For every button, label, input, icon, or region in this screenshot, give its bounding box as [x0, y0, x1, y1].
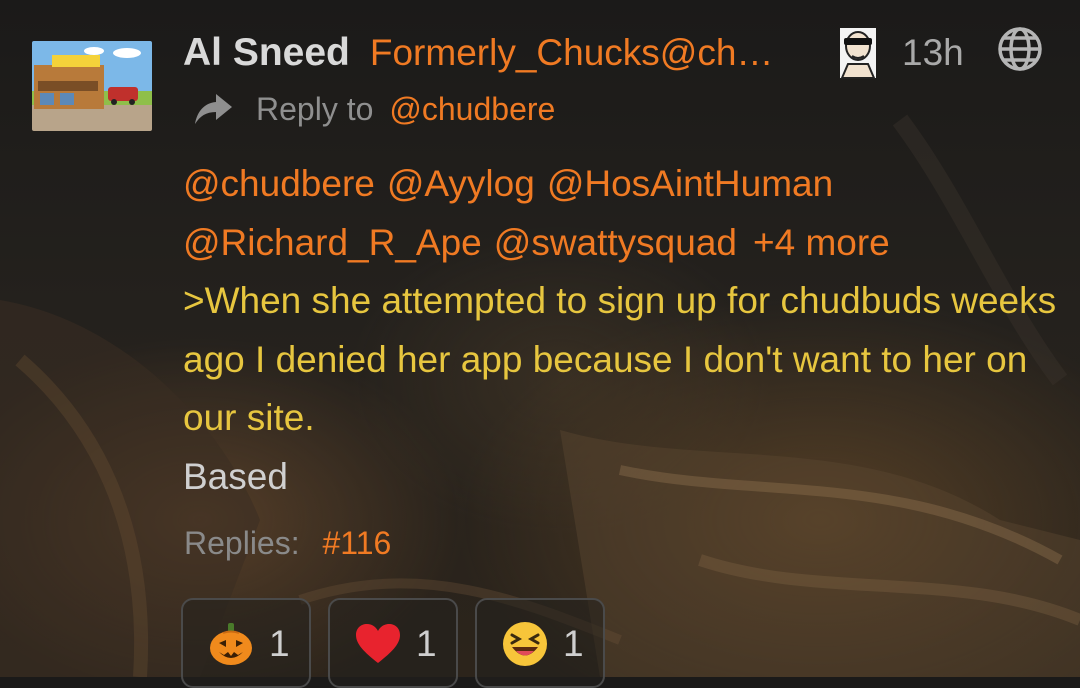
status-post: Al Sneed Formerly_Chucks@ch… 13h Reply t… — [0, 0, 1080, 688]
post-body-text: Based — [183, 455, 288, 497]
mention-link[interactable]: @HosAintHuman — [547, 163, 833, 204]
user-avatar[interactable] — [32, 41, 152, 131]
reply-indicator: Reply to @chudbere — [192, 88, 555, 130]
mention-link[interactable]: @Ayylog — [387, 163, 535, 204]
reaction-heart-button[interactable]: 1 — [328, 598, 458, 688]
mention-link[interactable]: @swattysquad — [494, 222, 737, 263]
reply-label: Reply to — [256, 90, 374, 127]
reaction-count: 1 — [563, 623, 584, 664]
more-mentions-link[interactable]: +4 more — [753, 222, 890, 263]
globe-icon — [996, 25, 1044, 73]
reply-arrow-icon — [192, 88, 234, 130]
replies-label: Replies: — [184, 525, 300, 561]
reaction-count: 1 — [416, 623, 437, 664]
grinning-squinting-face-icon — [501, 620, 549, 673]
reply-target-link[interactable]: @chudbere — [389, 91, 555, 128]
reply-reference-link[interactable]: #116 — [323, 525, 392, 561]
post-content: @chudbere @Ayylog @HosAintHuman @Richard_R… — [183, 155, 1063, 506]
mention-link[interactable]: @Richard_R_Ape — [183, 222, 482, 263]
reaction-bar: 1 1 1 — [181, 598, 605, 688]
mention-list: @chudbere @Ayylog @HosAintHuman @Richard_R… — [183, 155, 1063, 272]
greentext-quote: >When she attempted to sign up for chudb… — [183, 280, 1057, 438]
jack-o-lantern-icon — [207, 620, 255, 673]
display-name[interactable]: Al Sneed — [183, 31, 350, 75]
user-handle[interactable]: Formerly_Chucks@ch… — [370, 32, 774, 74]
heart-icon — [354, 620, 402, 673]
instance-avatar[interactable] — [834, 26, 882, 80]
reaction-count: 1 — [269, 623, 290, 664]
replies-line: Replies: #116 — [184, 521, 391, 565]
mention-link[interactable]: @chudbere — [183, 163, 375, 204]
reaction-pumpkin-button[interactable]: 1 — [181, 598, 311, 688]
post-timestamp[interactable]: 13h — [902, 28, 964, 78]
post-header: Al Sneed Formerly_Chucks@ch… — [183, 28, 773, 78]
reaction-laugh-button[interactable]: 1 — [475, 598, 605, 688]
